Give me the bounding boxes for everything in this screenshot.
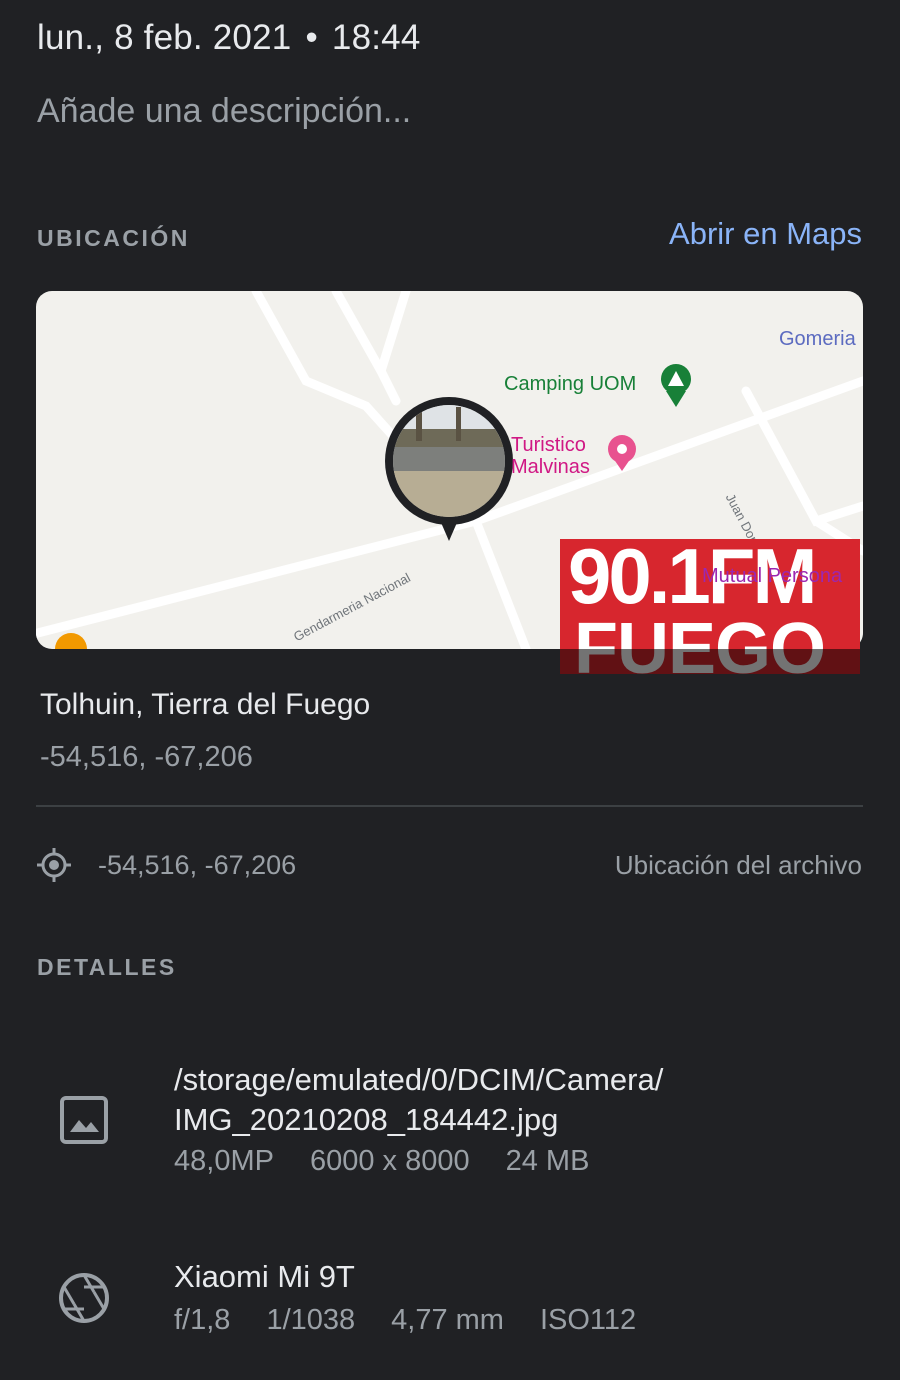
file-path-line1: /storage/emulated/0/DCIM/Camera/ [174,1062,664,1097]
location-section-label: UBICACIÓN [37,225,190,251]
poi-gomeria-label: Gomeria [779,328,856,350]
image-icon [58,1094,110,1146]
divider [36,805,863,807]
file-megapixels: 48,0MP [174,1145,274,1177]
file-metadata-row: 48,0MP 6000 x 8000 24 MB [174,1145,625,1178]
road-south [471,516,531,649]
poi-mutual-label: Mutual Persona [702,565,843,587]
place-name: Tolhuin, Tierra del Fuego [40,688,371,721]
poi-turistico-line2: Malvinas [511,456,590,478]
date-time: lun., 8 feb. 2021 • 18:44 [37,18,421,58]
watermark-logo: 90.1FM FUEGO Mutual Persona [560,539,860,674]
file-size: 24 MB [505,1145,590,1177]
camera-iso: ISO112 [539,1304,637,1336]
details-section-label: DETALLES [37,954,177,980]
camera-exposure: 1/1038 [266,1304,356,1336]
camera-aperture: f/1,8 [174,1304,231,1336]
poi-turistico-line1: Turistico [511,434,586,456]
road-branch-2 [376,291,411,376]
open-in-maps-link[interactable]: Abrir en Maps [669,216,862,252]
poi-camping-label: Camping UOM [504,373,637,395]
camera-focal-length: 4,77 mm [391,1304,504,1336]
file-resolution: 6000 x 8000 [309,1145,470,1177]
file-path: /storage/emulated/0/DCIM/Camera/ IMG_202… [174,1060,663,1140]
file-location-label: Ubicación del archivo [614,850,862,880]
camera-model: Xiaomi Mi 9T [174,1259,355,1294]
road-juan-domingo [741,386,863,527]
date-text: lun., 8 feb. 2021 [37,18,292,57]
file-name: IMG_20210208_184442.jpg [174,1102,559,1137]
place-coordinates: -54,516, -67,206 [40,741,253,773]
time-text: 18:44 [331,18,421,57]
gps-location-icon [35,846,73,884]
poi-bottom-left-icon [55,633,87,649]
description-input[interactable]: Añade una descripción... [37,92,411,131]
separator-dot: • [305,18,318,57]
file-location-coordinates: -54,516, -67,206 [98,850,297,880]
camera-metadata-row: f/1,8 1/1038 4,77 mm ISO112 [174,1304,672,1337]
poi-turistico-label: Turistico Malvinas [511,434,590,478]
watermark-shade [560,649,860,674]
camera-aperture-icon [56,1270,112,1326]
